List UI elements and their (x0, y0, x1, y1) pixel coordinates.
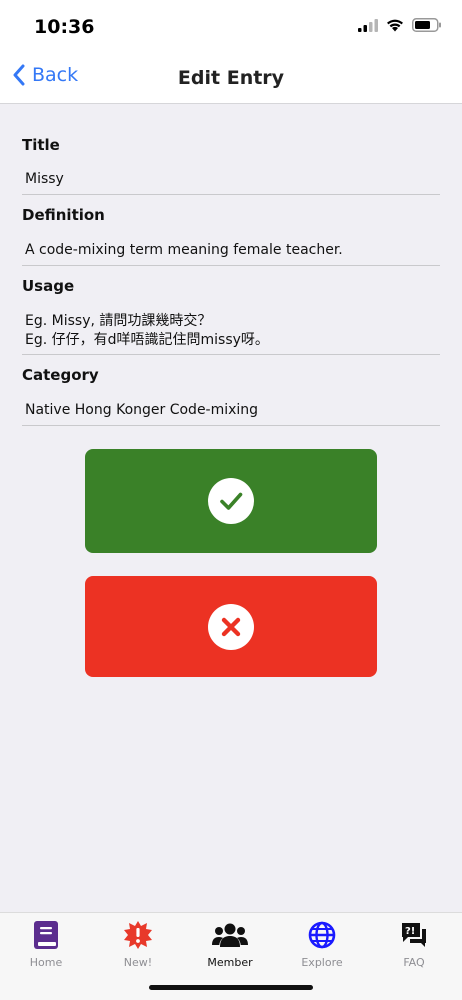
field-divider (22, 265, 440, 266)
checkmark-icon (220, 492, 243, 510)
cancel-button[interactable] (85, 576, 377, 677)
tab-label-faq: FAQ (403, 956, 425, 969)
category-label: Category (22, 366, 99, 384)
globe-icon (308, 921, 336, 949)
tab-explore[interactable]: Explore (276, 919, 368, 979)
definition-label: Definition (22, 206, 105, 224)
confirm-circle (208, 478, 254, 524)
category-field: Category Native Hong Konger Code-mixing (22, 366, 440, 426)
field-divider (22, 425, 440, 426)
status-time: 10:36 (34, 16, 95, 38)
close-icon (221, 617, 241, 636)
tab-label-new: New! (123, 956, 153, 969)
title-field: Title Missy (22, 136, 440, 195)
confirm-button[interactable] (85, 449, 377, 553)
definition-field: Definition A code-mixing term meaning fe… (22, 206, 440, 266)
tab-home[interactable]: Home (0, 919, 92, 979)
usage-label: Usage (22, 277, 75, 295)
group-icon (212, 923, 248, 947)
field-divider (22, 354, 440, 355)
tab-new[interactable]: New! (92, 919, 184, 979)
category-input[interactable]: Native Hong Konger Code-mixing (25, 401, 258, 420)
signal-icon (358, 18, 378, 32)
wifi-icon (387, 19, 403, 32)
status-icons (358, 18, 442, 32)
usage-input[interactable]: Eg. Missy, 請問功課幾時交？ Eg. 仔仔，有d咩唔識記住問missy… (25, 312, 269, 350)
tab-label-explore: Explore (301, 956, 343, 969)
title-input[interactable]: Missy (25, 170, 64, 189)
back-button[interactable]: Back (12, 64, 78, 86)
svg-text:?!: ?! (405, 926, 415, 937)
tab-faq[interactable]: ?! FAQ (368, 919, 460, 979)
new-burst-icon (124, 921, 152, 949)
field-divider (22, 194, 440, 195)
usage-field: Usage Eg. Missy, 請問功課幾時交？ Eg. 仔仔，有d咩唔識記住… (22, 277, 440, 355)
faq-icon: ?! (402, 923, 426, 947)
status-bar: 10:36 (0, 0, 462, 52)
home-indicator[interactable] (149, 985, 313, 990)
tab-member[interactable]: Member (184, 919, 276, 979)
book-icon (34, 921, 58, 949)
title-label: Title (22, 136, 60, 154)
chevron-left-icon (13, 64, 25, 86)
cancel-circle (208, 603, 254, 650)
tab-label-home: Home (29, 956, 63, 969)
back-label: Back (32, 64, 79, 86)
tab-label-member: Member (207, 956, 253, 969)
definition-input[interactable]: A code-mixing term meaning female teache… (25, 241, 343, 260)
battery-icon (412, 18, 441, 32)
nav-bar: Edit Entry Back (0, 52, 462, 104)
